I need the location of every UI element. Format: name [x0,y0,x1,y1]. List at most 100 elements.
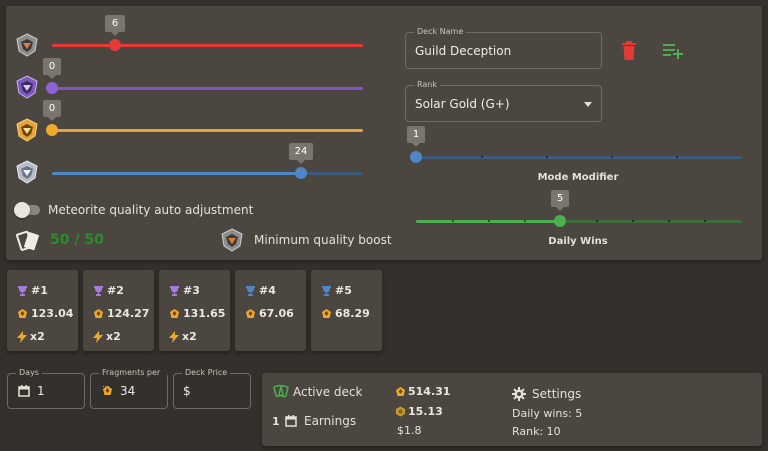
delete-icon[interactable] [621,41,637,60]
days-input[interactable]: Days 1 [7,367,85,409]
rank-row: #5 [321,284,352,297]
coin-icon [396,406,405,417]
meteorite-1-slider-thumb[interactable] [109,39,121,51]
multiplier: x2 [182,330,197,343]
trophy-icon [246,286,255,296]
daily-wins-ticks [416,220,742,222]
fragments-value: 34 [120,384,136,398]
trophy-icon [322,286,331,296]
rank-number: #4 [259,284,276,297]
multiplier: x2 [106,330,121,343]
fragment-icon [322,309,331,318]
playlist-add-icon[interactable] [663,43,684,59]
fragment-icon [103,386,112,395]
calendar-icon [18,385,30,397]
rank-card-1: #1 123.04 x2 [7,270,78,351]
rank-number: #3 [183,284,200,297]
fragment-icon [94,309,103,318]
coins-total: 15.13 [408,405,443,418]
meteorite-4-slider-track[interactable] [52,172,300,175]
multiplier-row: x2 [93,330,121,343]
auto-adjust-toggle[interactable] [14,202,40,218]
days-value: 1 [37,384,45,398]
fragments-input[interactable]: Fragments per ... 34 [90,367,168,409]
rank-row: #2 [93,284,124,297]
meteorite-1-slider-track[interactable] [52,44,363,47]
daily-wins-value: 5 [551,190,569,211]
meteorite-2-value: 0 [43,58,61,79]
rank-value: Solar Gold (G+) [415,97,510,111]
fragment-value: 131.65 [183,307,226,320]
calendar-icon [285,415,297,427]
settings-label[interactable]: Settings [532,387,581,401]
meteorite-3-slider-thumb[interactable] [46,124,58,136]
meteorite-gold-icon [16,118,38,142]
fragment-row: 123.04 [17,307,73,320]
rank-row: #4 [245,284,276,297]
rank-card-4: #4 67.06 [235,270,306,351]
chevron-down-icon [584,102,592,107]
multiplier: x2 [30,330,45,343]
trophy-icon [170,286,179,296]
rank-select[interactable]: Rank Solar Gold (G+) [405,79,602,122]
meteorite-3-slider-track[interactable] [52,129,363,132]
meteorite-2-slider-track[interactable] [52,87,363,90]
multiplier-row: x2 [169,330,197,343]
gear-icon[interactable] [512,387,526,401]
fragment-icon [18,309,27,318]
fragment-icon [396,387,405,396]
meteorite-4-value: 24 [289,143,313,164]
meteorite-4-slider-thumb[interactable] [295,167,307,179]
rank-label: Rank [414,79,440,91]
meteorite-silver-icon [16,160,38,184]
rank-row: #3 [169,284,200,297]
deck-name-label: Deck Name [414,26,467,38]
rank-row: #1 [17,284,48,297]
meteorite-2-slider-thumb[interactable] [46,82,58,94]
daily-wins-slider-thumb[interactable] [554,215,566,227]
multiplier-row: x2 [17,330,45,343]
fragment-row: 124.27 [93,307,149,320]
meteorite-1-value: 6 [105,15,125,36]
deck-price-value: $ [183,384,191,398]
auto-adjust-label: Meteorite quality auto adjustment [48,203,254,217]
mode-modifier-slider-thumb[interactable] [410,151,422,163]
rank-card-3: #3 131.65 x2 [159,270,230,351]
daily-wins-label: Daily Wins [548,236,608,247]
rank-number: #1 [31,284,48,297]
deck-price-input[interactable]: Deck Price $ [173,367,251,409]
trophy-icon [18,286,27,296]
fragment-value: 68.29 [335,307,370,320]
rank-card-2: #2 124.27 x2 [83,270,154,351]
fragment-icon [170,309,179,318]
min-quality-boost-label: Minimum quality boost [254,233,392,247]
bolt-icon [17,330,27,343]
card-count: 50 / 50 [50,232,104,248]
cards-icon [16,230,39,251]
deck-name-field[interactable]: Deck Name Guild Deception [405,26,602,69]
earnings-count: 1 [272,415,280,428]
fragment-icon [246,309,255,318]
fragments-total: 514.31 [408,385,451,398]
rank-card-5: #5 68.29 [311,270,382,351]
active-deck-label: Active deck [293,385,363,399]
toggle-knob [14,202,30,218]
meteorite-purple-icon [16,75,38,99]
deck-price-label: Deck Price [182,367,231,379]
fragment-value: 123.04 [31,307,74,320]
fragment-row: 68.29 [321,307,370,320]
bolt-icon [93,330,103,343]
fragment-row: 67.06 [245,307,294,320]
meteorite-3-value: 0 [43,100,61,121]
fragment-value: 67.06 [259,307,294,320]
rank-number: #2 [107,284,124,297]
days-label: Days [16,367,42,379]
meteorite-4-slider-rail [300,172,363,175]
cards-icon [273,384,289,398]
rank-number: #5 [335,284,352,297]
dollars-total: $1.8 [397,424,422,437]
earnings-label: Earnings [304,414,357,428]
mode-modifier-value: 1 [407,126,425,147]
bolt-icon [169,330,179,343]
trophy-icon [94,286,103,296]
